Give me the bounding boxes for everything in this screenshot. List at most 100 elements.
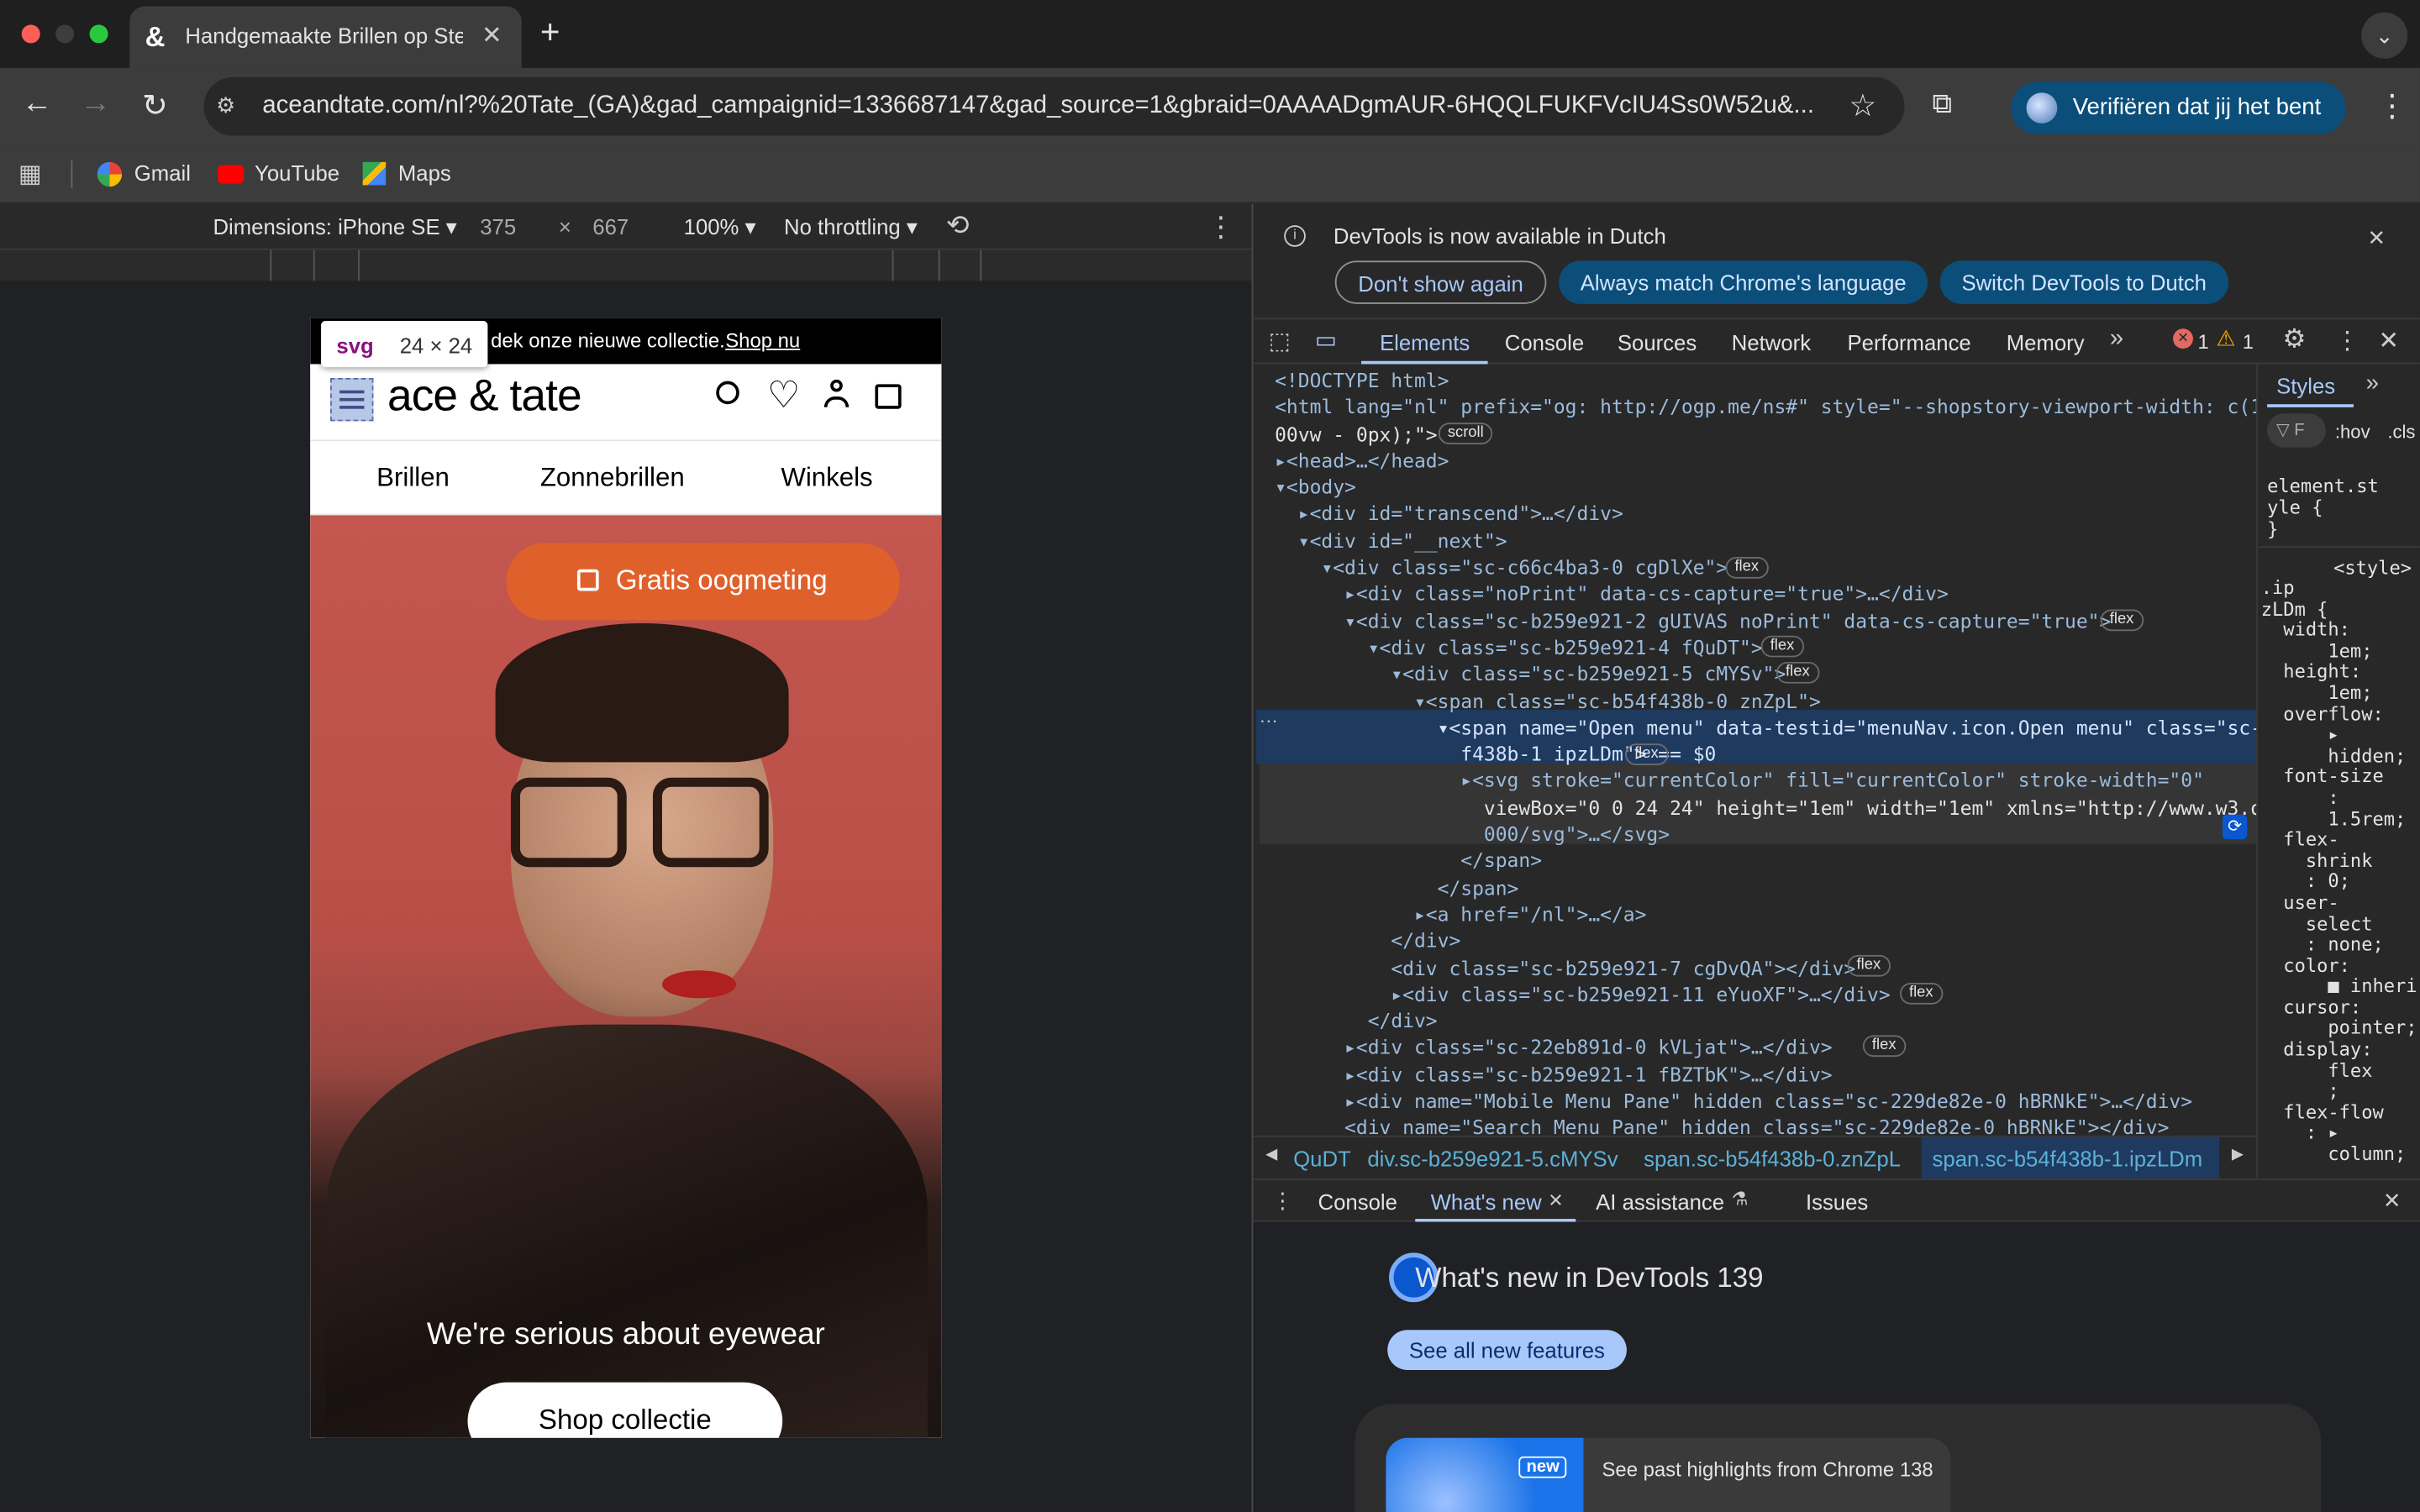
dom-node-line[interactable]: viewBox="0 0 24 24" height="1em" width="…: [1275, 794, 2256, 821]
dom-node-line[interactable]: f438b-1 ipzLDm"> == $0: [1275, 741, 2247, 768]
devtools-menu-icon[interactable]: ⋮: [2335, 326, 2360, 357]
flex-badge[interactable]: flex: [1776, 661, 1819, 684]
dom-node-line[interactable]: ▾<div class="sc-b259e921-5 cMYSv">: [1275, 661, 2247, 688]
bookmark-gmail[interactable]: Gmail: [134, 160, 191, 185]
flex-badge[interactable]: flex: [1847, 954, 1891, 977]
warning-icon[interactable]: ⚠: [2217, 326, 2236, 352]
see-all-features-button[interactable]: See all new features: [1387, 1330, 1627, 1370]
shopping-bag-icon[interactable]: [875, 384, 902, 409]
switch-to-dutch-button[interactable]: Switch DevTools to Dutch: [1939, 260, 2228, 304]
hov-toggle[interactable]: :hov: [2335, 421, 2370, 443]
device-width-input[interactable]: 375: [480, 214, 516, 239]
drawer-tab-issues[interactable]: Issues: [1806, 1189, 1868, 1214]
back-icon[interactable]: ←: [22, 87, 53, 122]
nav-item-brillen[interactable]: Brillen: [376, 463, 450, 494]
dom-node-line[interactable]: </span>: [1275, 848, 2247, 874]
extensions-icon[interactable]: ⧉: [1933, 88, 1953, 121]
drawer-tab-whats-new[interactable]: What's new: [1431, 1189, 1542, 1214]
tab-console[interactable]: Console: [1505, 330, 1584, 354]
device-toggle-icon[interactable]: ▭: [1315, 326, 1337, 353]
dom-tree[interactable]: ··· <!DOCTYPE html> <html lang="nl" prefi…: [1253, 364, 2257, 1136]
flex-badge[interactable]: flex: [1760, 635, 1804, 658]
error-icon[interactable]: ✕: [2173, 328, 2193, 349]
promo-shop-link[interactable]: Shop nu: [725, 328, 800, 352]
maximize-window-button[interactable]: [89, 24, 108, 44]
breadcrumb-item[interactable]: QuDT: [1293, 1147, 1351, 1171]
close-drawer-icon[interactable]: ✕: [2383, 1188, 2402, 1214]
close-whats-new-icon[interactable]: ✕: [1548, 1189, 1563, 1211]
inspect-element-icon[interactable]: ⬚: [1269, 327, 1291, 354]
close-tab-icon[interactable]: ✕: [481, 20, 502, 51]
more-tabs-icon[interactable]: »: [2110, 326, 2123, 354]
dom-node-line[interactable]: ▾<body>: [1275, 474, 2247, 501]
style-source-link[interactable]: <style>: [2333, 557, 2412, 579]
zoom-select[interactable]: 100% ▾: [684, 214, 756, 240]
new-tab-icon[interactable]: +: [540, 13, 560, 53]
dom-node-line[interactable]: ▸<a href="/nl">…</a>: [1275, 901, 2247, 928]
flex-badge[interactable]: flex: [1625, 743, 1668, 766]
flex-badge[interactable]: flex: [1899, 982, 1943, 1005]
flex-badge[interactable]: flex: [1862, 1035, 1906, 1058]
dont-show-again-button[interactable]: Don't show again: [1334, 260, 1547, 304]
cls-toggle[interactable]: .cls: [2387, 421, 2415, 443]
bookmark-youtube[interactable]: YouTube: [255, 160, 339, 185]
account-user-icon[interactable]: [823, 379, 850, 411]
highlights-card[interactable]: new See past highlights from Chrome 138: [1355, 1404, 2322, 1512]
url-text[interactable]: aceandtate.com/nl?%20Tate_(GA)&gad_campa…: [262, 92, 1833, 120]
scroll-badge[interactable]: scroll: [1438, 423, 1493, 444]
close-notice-icon[interactable]: ✕: [2367, 225, 2386, 251]
dom-node-line[interactable]: ▸<div class="sc-b259e921-1 fBZTbK">…</di…: [1275, 1061, 2247, 1088]
close-window-button[interactable]: [21, 24, 40, 44]
dom-node-line[interactable]: ▸<div name="Mobile Menu Pane" hidden cla…: [1275, 1088, 2247, 1115]
breadcrumb-prev-icon[interactable]: ◀: [1265, 1147, 1277, 1163]
minimize-window-button[interactable]: [55, 24, 75, 44]
drawer-tab-console[interactable]: Console: [1318, 1189, 1397, 1214]
dom-node-line[interactable]: <!DOCTYPE html>: [1275, 367, 2247, 394]
tab-memory[interactable]: Memory: [2007, 330, 2085, 354]
site-info-icon[interactable]: ⚙: [216, 92, 235, 118]
device-height-input[interactable]: 667: [592, 214, 629, 239]
browser-tab[interactable]: & Handgemaakte Brillen op Sterkte ✕: [129, 6, 522, 68]
forward-icon[interactable]: →: [81, 87, 112, 122]
tab-elements[interactable]: Elements: [1380, 330, 1470, 354]
settings-gear-icon[interactable]: ⚙: [2282, 324, 2306, 355]
dom-node-line[interactable]: <html lang="nl" prefix="og: http://ogp.m…: [1275, 394, 2256, 421]
chrome-menu-icon[interactable]: ⋮: [2377, 87, 2408, 125]
dom-node-line[interactable]: ▸<head>…</head>: [1275, 447, 2247, 474]
nav-item-zonnebrillen[interactable]: Zonnebrillen: [540, 463, 685, 494]
dom-tree-code[interactable]: <!DOCTYPE html> <html lang="nl" prefix="o…: [1275, 367, 2257, 1136]
apps-grid-icon[interactable]: ▦: [18, 159, 42, 190]
device-more-icon[interactable]: ⋮: [1207, 212, 1234, 244]
dom-node-line[interactable]: </div>: [1275, 1008, 2247, 1035]
open-menu-hamburger-icon[interactable]: [330, 377, 374, 422]
bookmark-maps[interactable]: Maps: [398, 160, 451, 185]
dom-node-line[interactable]: ▸<div id="transcend">…</div>: [1275, 501, 2247, 528]
site-logo[interactable]: ace & tate: [387, 372, 582, 423]
dom-node-line[interactable]: ▸<div class="noPrint" data-cs-capture="t…: [1275, 580, 2247, 607]
dom-node-line[interactable]: ▾<div id="__next">: [1275, 528, 2247, 554]
bookmark-star-icon[interactable]: ☆: [1849, 87, 1876, 125]
styles-tab[interactable]: Styles: [2276, 373, 2335, 397]
dom-node-line[interactable]: ▸<svg stroke="currentColor" fill="curren…: [1275, 768, 2247, 795]
shop-collection-button[interactable]: Shop collectie: [467, 1382, 783, 1438]
match-chrome-language-button[interactable]: Always match Chrome's language: [1559, 260, 1928, 304]
svg-reveal-icon[interactable]: ⟳: [2222, 814, 2248, 840]
dom-node-line[interactable]: </div>: [1275, 927, 2247, 954]
drawer-menu-icon[interactable]: ⋮: [1271, 1188, 1293, 1214]
breadcrumb-item[interactable]: div.sc-b259e921-5.cMYSv: [1367, 1147, 1618, 1171]
flex-badge[interactable]: flex: [1725, 557, 1769, 579]
wishlist-heart-icon[interactable]: ♡: [767, 373, 801, 417]
drawer-tab-ai-assistance[interactable]: AI assistance: [1596, 1189, 1724, 1214]
rotate-icon[interactable]: ⟲: [946, 210, 970, 243]
address-bar[interactable]: ⚙ aceandtate.com/nl?%20Tate_(GA)&gad_cam…: [203, 76, 1905, 136]
tab-network[interactable]: Network: [1732, 330, 1811, 354]
throttle-select[interactable]: No throttling ▾: [784, 214, 918, 240]
dom-node-line[interactable]: <div class="sc-b259e921-7 cgDvQA"></div>: [1275, 954, 2247, 981]
dom-node-line[interactable]: ▾<span name="Open menu" data-testid="men…: [1275, 714, 2257, 741]
dom-node-line[interactable]: 000/svg">…</svg>: [1275, 821, 2247, 848]
flex-badge[interactable]: flex: [2100, 609, 2144, 632]
breadcrumb-item[interactable]: span.sc-b54f438b-0.znZpL: [1644, 1147, 1901, 1171]
highlights-card-inner[interactable]: new See past highlights from Chrome 138: [1386, 1437, 1951, 1512]
device-dimensions-select[interactable]: Dimensions: iPhone SE ▾: [213, 214, 456, 240]
dom-node-line[interactable]: ▸<div class="sc-b259e921-11 eYuoXF">…</d…: [1275, 981, 2247, 1008]
